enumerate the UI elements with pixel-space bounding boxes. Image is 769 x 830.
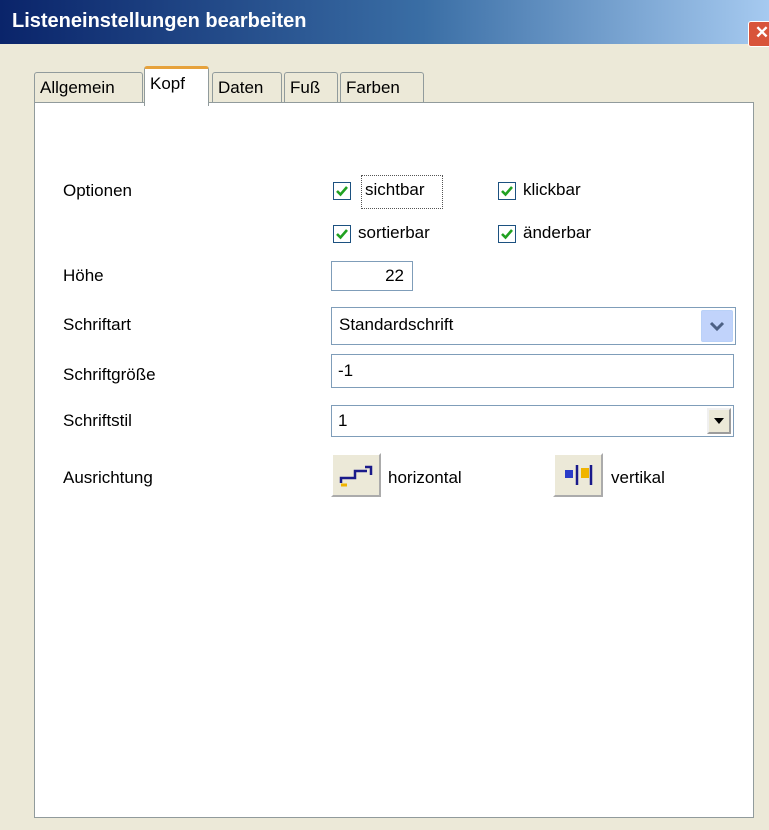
window-title: Listeneinstellungen bearbeiten xyxy=(12,10,307,32)
schriftgroesse-label: Schriftgröße xyxy=(63,365,156,384)
schriftstil-select[interactable]: 1 xyxy=(331,405,734,437)
dropdown-arrow-icon xyxy=(714,418,724,424)
tab-daten[interactable]: Daten xyxy=(212,72,282,102)
tab-allgemein[interactable]: Allgemein xyxy=(34,72,143,102)
checkmark-icon xyxy=(336,229,348,240)
dialog-window: Listeneinstellungen bearbeiten ✕ Allgeme… xyxy=(0,0,769,830)
chevron-down-icon xyxy=(709,321,725,332)
horizontal-align-button[interactable] xyxy=(331,453,381,497)
optionen-label: Optionen xyxy=(63,181,132,200)
schriftstil-label: Schriftstil xyxy=(63,411,132,430)
aenderbar-checkbox[interactable] xyxy=(498,225,516,243)
close-icon: ✕ xyxy=(754,23,769,42)
sichtbar-label[interactable]: sichtbar xyxy=(365,180,425,200)
checkmark-icon xyxy=(501,186,513,197)
vertical-align-button[interactable] xyxy=(553,453,603,497)
aenderbar-label[interactable]: änderbar xyxy=(523,223,591,243)
checkmark-icon xyxy=(336,186,348,197)
hoehe-input[interactable]: 22 xyxy=(331,261,413,291)
close-button[interactable]: ✕ xyxy=(748,21,769,47)
tab-panel-kopf: Optionen sichtbar klickbar sortierbar än… xyxy=(34,102,754,818)
tab-farben[interactable]: Farben xyxy=(340,72,424,102)
schriftart-select[interactable]: Standardschrift xyxy=(331,307,736,345)
schriftgroesse-input[interactable]: -1 xyxy=(331,354,734,388)
schriftart-dropdown-button[interactable] xyxy=(701,310,733,342)
klickbar-checkbox[interactable] xyxy=(498,182,516,200)
vertical-align-icon xyxy=(565,465,593,485)
title-bar[interactable]: Listeneinstellungen bearbeiten ✕ xyxy=(0,0,769,47)
schriftstil-value: 1 xyxy=(338,411,348,430)
horizontal-align-icon xyxy=(339,465,373,487)
horizontal-label[interactable]: horizontal xyxy=(388,468,462,488)
schriftart-label: Schriftart xyxy=(63,315,132,334)
schriftart-value: Standardschrift xyxy=(339,315,454,334)
sortierbar-label[interactable]: sortierbar xyxy=(358,223,430,243)
hoehe-label: Höhe xyxy=(63,266,104,285)
checkmark-icon xyxy=(501,229,513,240)
sichtbar-checkbox[interactable] xyxy=(333,182,351,200)
sortierbar-checkbox[interactable] xyxy=(333,225,351,243)
vertikal-label[interactable]: vertikal xyxy=(611,468,665,488)
schriftstil-dropdown-button[interactable] xyxy=(707,408,731,434)
tab-fuss[interactable]: Fuß xyxy=(284,72,338,102)
klickbar-label[interactable]: klickbar xyxy=(523,180,581,200)
ausrichtung-label: Ausrichtung xyxy=(63,468,153,487)
tab-kopf[interactable]: Kopf xyxy=(144,66,209,106)
